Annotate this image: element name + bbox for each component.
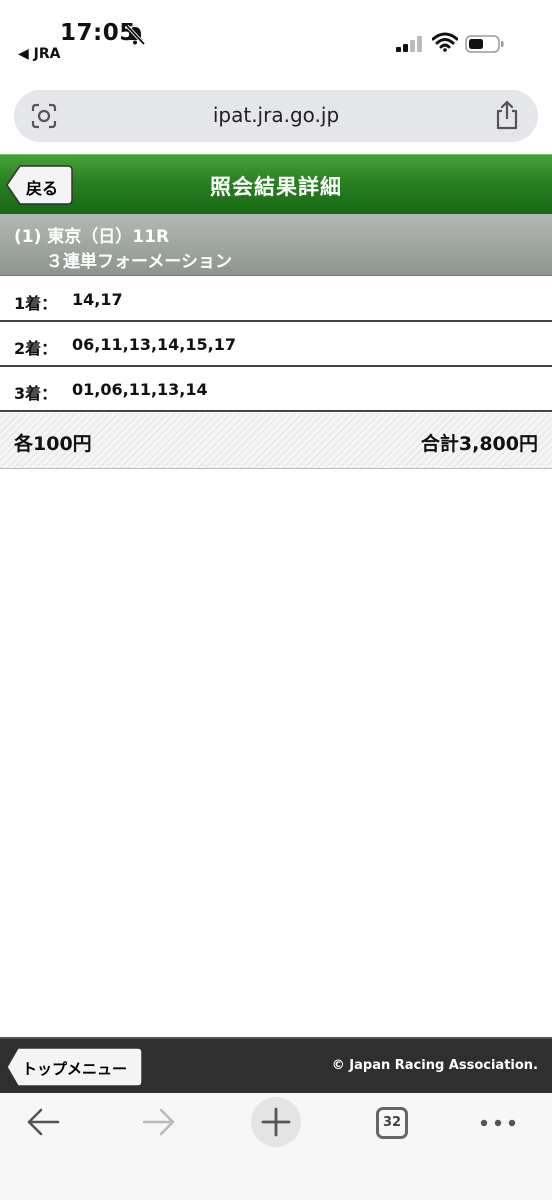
position-label: 3着： bbox=[14, 384, 58, 403]
arrow-left-icon[interactable] bbox=[26, 1107, 60, 1137]
page-footer: トップメニュー © Japan Racing Association. bbox=[0, 1037, 552, 1093]
address-bar[interactable]: ipat.jra.go.jp bbox=[14, 90, 538, 142]
bet-type: ３連単フォーメーション bbox=[46, 252, 232, 272]
status-bar: 17:05 ◀ JRA bbox=[0, 0, 552, 82]
page-header: 戻る 照会結果詳細 bbox=[0, 154, 552, 214]
plus-icon bbox=[261, 1107, 291, 1137]
horse-numbers: 06,11,13,14,15,17 bbox=[72, 335, 236, 354]
list-item-second: 2着： 06,11,13,14,15,17 bbox=[0, 322, 552, 367]
unit-amount: 各100円 bbox=[14, 433, 92, 455]
bell-muted-icon bbox=[125, 24, 146, 46]
cellular-signal-icon bbox=[396, 36, 422, 52]
back-to-app-link[interactable]: ◀ JRA bbox=[18, 46, 60, 62]
list-item-third: 3着： 01,06,11,13,14 bbox=[0, 367, 552, 412]
horse-numbers: 01,06,11,13,14 bbox=[72, 380, 208, 399]
share-icon[interactable] bbox=[494, 100, 520, 130]
top-menu-label: トップメニュー bbox=[22, 1060, 128, 1078]
top-menu-button[interactable]: トップメニュー bbox=[6, 1047, 143, 1087]
bet-summary: 各100円 合計3,800円 bbox=[0, 413, 552, 469]
more-icon[interactable] bbox=[480, 1119, 516, 1127]
position-label: 1着： bbox=[14, 294, 58, 313]
battery-icon bbox=[465, 35, 504, 53]
total-amount: 合計3,800円 bbox=[420, 433, 538, 455]
race-info: (1) 東京（日）11R ３連単フォーメーション bbox=[0, 214, 552, 276]
horse-numbers: 14,17 bbox=[72, 290, 123, 309]
race-venue: (1) 東京（日）11R bbox=[14, 227, 170, 247]
new-tab-button[interactable] bbox=[251, 1097, 301, 1147]
tab-count-button[interactable]: 32 bbox=[376, 1107, 408, 1139]
list-item-first: 1着： 14,17 bbox=[0, 277, 552, 322]
page-title: 照会結果詳細 bbox=[210, 175, 342, 199]
url-text[interactable]: ipat.jra.go.jp bbox=[14, 103, 538, 127]
position-label: 2着： bbox=[14, 339, 58, 358]
browser-toolbar: 32 bbox=[0, 1093, 552, 1200]
wifi-icon bbox=[432, 32, 458, 52]
copyright: © Japan Racing Association. bbox=[331, 1058, 538, 1073]
arrow-right-icon[interactable] bbox=[142, 1107, 176, 1137]
